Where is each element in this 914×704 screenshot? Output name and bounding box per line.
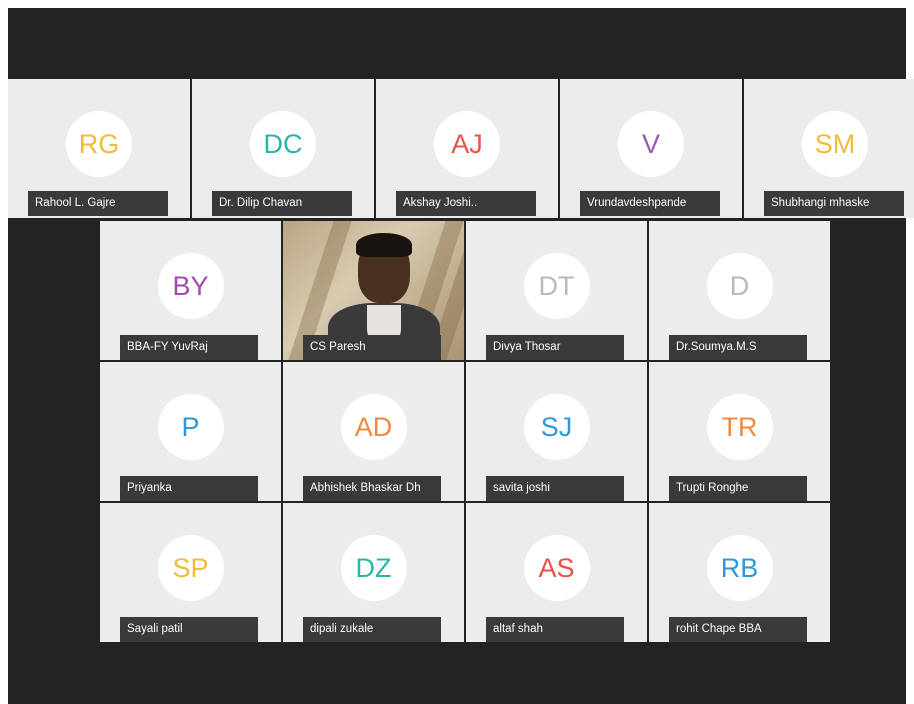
avatar: AS [523, 535, 590, 601]
participant-tile[interactable]: D Dr.Soumya.M.S [649, 221, 830, 360]
participant-tile[interactable]: TR Trupti Ronghe [649, 362, 830, 501]
participant-name: Akshay Joshi.. [396, 191, 536, 216]
participant-name: Sayali patil [120, 617, 258, 642]
participant-name: Priyanka [120, 476, 258, 501]
participant-tile[interactable]: DZ dipali zukale [283, 503, 464, 642]
avatar: BY [157, 253, 224, 319]
participant-tile[interactable]: SM Shubhangi mhaske [744, 79, 914, 218]
participant-tile[interactable]: DT Divya Thosar [466, 221, 647, 360]
participant-name: CS Paresh [303, 335, 441, 360]
avatar: V [618, 111, 684, 177]
avatar: RG [66, 111, 132, 177]
participant-name: rohit Chape BBA [669, 617, 807, 642]
participant-tile[interactable]: RB rohit Chape BBA [649, 503, 830, 642]
avatar: D [706, 253, 773, 319]
participant-name: dipali zukale [303, 617, 441, 642]
avatar: RB [706, 535, 773, 601]
participant-tile[interactable]: RG Rahool L. Gajre [8, 79, 190, 218]
avatar: TR [706, 394, 773, 460]
avatar: P [157, 394, 224, 460]
participant-tile[interactable]: P Priyanka [100, 362, 281, 501]
participant-tile[interactable]: SJ savita joshi [466, 362, 647, 501]
participant-video-tile[interactable]: CS Paresh [283, 221, 464, 360]
participant-name: Abhishek Bhaskar Dh [303, 476, 441, 501]
participant-name: Divya Thosar [486, 335, 624, 360]
participant-name: Dr. Dilip Chavan [212, 191, 352, 216]
participant-row-3: P Priyanka AD Abhishek Bhaskar Dh SJ sav… [100, 362, 830, 501]
participant-row-2: BY BBA-FY YuvRaj CS Paresh DT Divya Thos… [100, 221, 830, 360]
avatar: DT [523, 253, 590, 319]
participant-tile[interactable]: DC Dr. Dilip Chavan [192, 79, 374, 218]
participant-name: Vrundavdeshpande [580, 191, 720, 216]
participant-tile[interactable]: AJ Akshay Joshi.. [376, 79, 558, 218]
avatar: SM [802, 111, 868, 177]
participant-name: savita joshi [486, 476, 624, 501]
participant-name: Rahool L. Gajre [28, 191, 168, 216]
participant-tile[interactable]: AD Abhishek Bhaskar Dh [283, 362, 464, 501]
participant-tile[interactable]: BY BBA-FY YuvRaj [100, 221, 281, 360]
participant-name: Shubhangi mhaske [764, 191, 904, 216]
participant-name: Trupti Ronghe [669, 476, 807, 501]
avatar: SP [157, 535, 224, 601]
avatar: DC [250, 111, 316, 177]
meeting-gallery-view: RG Rahool L. Gajre DC Dr. Dilip Chavan A… [8, 8, 914, 704]
participant-tile[interactable]: V Vrundavdeshpande [560, 79, 742, 218]
participant-tile[interactable]: SP Sayali patil [100, 503, 281, 642]
participant-tile[interactable]: AS altaf shah [466, 503, 647, 642]
avatar: SJ [523, 394, 590, 460]
avatar: AJ [434, 111, 500, 177]
avatar: DZ [340, 535, 407, 601]
participant-row-1: RG Rahool L. Gajre DC Dr. Dilip Chavan A… [8, 79, 914, 218]
participant-row-4: SP Sayali patil DZ dipali zukale AS alta… [100, 503, 830, 642]
avatar: AD [340, 394, 407, 460]
participant-name: BBA-FY YuvRaj [120, 335, 258, 360]
video-person-hair [356, 233, 412, 257]
participant-name: Dr.Soumya.M.S [669, 335, 807, 360]
participant-name: altaf shah [486, 617, 624, 642]
